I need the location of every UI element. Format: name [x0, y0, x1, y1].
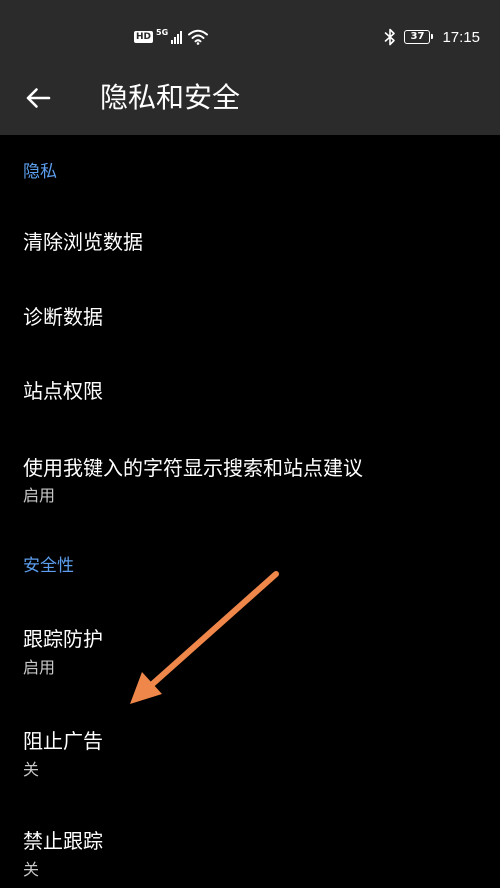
battery-icon: 37: [404, 30, 434, 44]
section-header-privacy: 隐私: [23, 162, 57, 182]
bluetooth-icon: [385, 28, 396, 46]
setting-title: 诊断数据: [23, 305, 103, 329]
setting-search-suggestions[interactable]: 使用我键入的字符显示搜索和站点建议 启用: [0, 441, 500, 513]
status-bar: HD 5G 37 17:15: [0, 0, 500, 76]
setting-title: 使用我键入的字符显示搜索和站点建议: [23, 456, 363, 480]
network-type-label: 5G: [156, 27, 169, 37]
setting-title: 跟踪防护: [23, 627, 103, 651]
setting-status: 关: [23, 860, 40, 879]
back-button[interactable]: [14, 78, 62, 118]
wifi-icon: [188, 29, 209, 45]
setting-title: 阻止广告: [23, 729, 103, 753]
app-bar: 隐私和安全: [0, 76, 500, 135]
cell-signal-icon: [171, 30, 183, 44]
setting-title: 站点权限: [23, 379, 103, 403]
battery-level: 37: [410, 31, 425, 42]
setting-site-permissions[interactable]: 站点权限: [0, 361, 500, 425]
page-title: 隐私和安全: [100, 81, 241, 114]
clock: 17:15: [442, 28, 480, 46]
setting-status: 启用: [23, 658, 56, 677]
setting-title: 禁止跟踪: [23, 829, 103, 853]
setting-do-not-track[interactable]: 禁止跟踪 关: [0, 815, 500, 887]
section-header-security: 安全性: [23, 556, 74, 576]
setting-diagnostic-data[interactable]: 诊断数据: [0, 287, 500, 351]
setting-status: 启用: [23, 486, 56, 505]
setting-tracking-prevention[interactable]: 跟踪防护 启用: [0, 613, 500, 685]
setting-status: 关: [23, 760, 40, 779]
arrow-left-icon: [26, 88, 51, 108]
status-right-group: 37 17:15: [384, 26, 480, 48]
network-indicators: HD 5G: [134, 27, 209, 47]
setting-block-ads[interactable]: 阻止广告 关: [0, 715, 500, 787]
setting-clear-browsing-data[interactable]: 清除浏览数据: [0, 211, 500, 275]
setting-title: 清除浏览数据: [23, 230, 143, 254]
settings-list: 隐私 清除浏览数据 诊断数据 站点权限 使用我键入的字符显示搜索和站点建议 启用…: [0, 135, 500, 888]
hd-badge: HD: [134, 31, 154, 43]
